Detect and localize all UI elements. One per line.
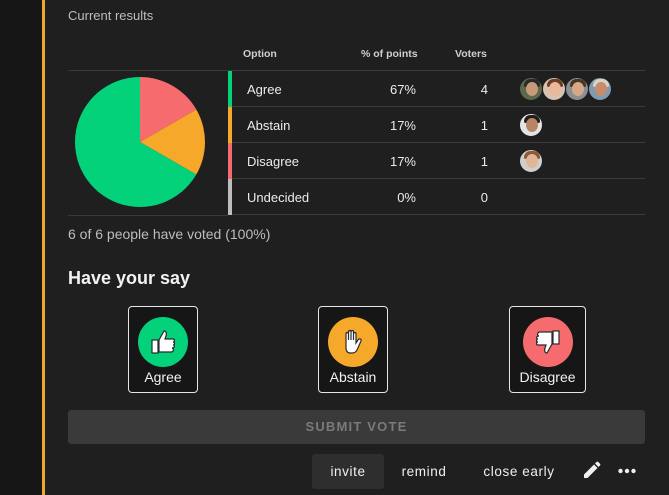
avatar[interactable] xyxy=(519,149,543,173)
pencil-icon[interactable] xyxy=(581,461,601,481)
voter-avatars xyxy=(519,149,543,173)
results-pie-chart xyxy=(68,70,228,216)
avatar[interactable] xyxy=(519,113,543,137)
option-label: Agree xyxy=(247,82,282,97)
voters-count: 1 xyxy=(480,154,488,169)
vote-summary: 6 of 6 people have voted (100%) xyxy=(68,226,271,242)
disagree-swatch xyxy=(228,143,232,179)
header-voters: Voters xyxy=(455,48,487,60)
vote-agree-button[interactable]: Agree xyxy=(128,306,198,393)
more-horizontal-icon[interactable] xyxy=(617,461,637,481)
header-option: Option xyxy=(243,48,277,60)
remind-button[interactable]: remind xyxy=(395,454,453,489)
abstain-swatch xyxy=(228,107,232,143)
voters-count: 0 xyxy=(480,190,488,205)
option-label: Abstain xyxy=(247,118,291,133)
avatar[interactable] xyxy=(542,77,566,101)
option-label: Undecided xyxy=(247,190,310,205)
raised-hand-icon xyxy=(328,317,378,367)
invite-button[interactable]: invite xyxy=(312,454,384,489)
avatar[interactable] xyxy=(519,77,543,101)
avatar[interactable] xyxy=(588,77,612,101)
current-results-title: Current results xyxy=(68,8,154,23)
vote-label: Agree xyxy=(144,369,182,385)
poll-card: Current results Option % of points Voter… xyxy=(45,0,669,495)
result-row-abstain: Abstain 17% 1 xyxy=(228,107,645,143)
thumbs-down-icon xyxy=(522,317,573,367)
close-early-button[interactable]: close early xyxy=(477,454,561,489)
option-label: Disagree xyxy=(247,154,300,169)
percent-value: 17% xyxy=(389,118,416,133)
voters-count: 4 xyxy=(480,82,488,97)
percent-value: 17% xyxy=(389,154,416,169)
agree-swatch xyxy=(228,71,232,107)
voter-avatars xyxy=(519,77,612,101)
header-percent: % of points xyxy=(361,48,418,60)
voters-count: 1 xyxy=(480,118,488,133)
have-your-say-title: Have your say xyxy=(68,268,191,288)
undecided-swatch xyxy=(228,179,232,215)
vote-abstain-button[interactable]: Abstain xyxy=(318,306,388,393)
vote-label: Disagree xyxy=(519,369,576,385)
percent-value: 67% xyxy=(389,82,416,97)
vote-label: Abstain xyxy=(329,369,377,385)
thumbs-up-icon xyxy=(138,317,188,367)
vote-disagree-button[interactable]: Disagree xyxy=(509,306,586,393)
result-row-disagree: Disagree 17% 1 xyxy=(228,143,645,179)
result-row-undecided: Undecided 0% 0 xyxy=(228,179,645,215)
avatar[interactable] xyxy=(565,77,589,101)
submit-vote-button[interactable]: SUBMIT VOTE xyxy=(68,410,645,444)
result-row-agree: Agree 67% 4 xyxy=(228,71,645,107)
percent-value: 0% xyxy=(397,190,416,205)
left-gutter xyxy=(0,0,42,495)
voter-avatars xyxy=(519,113,543,137)
